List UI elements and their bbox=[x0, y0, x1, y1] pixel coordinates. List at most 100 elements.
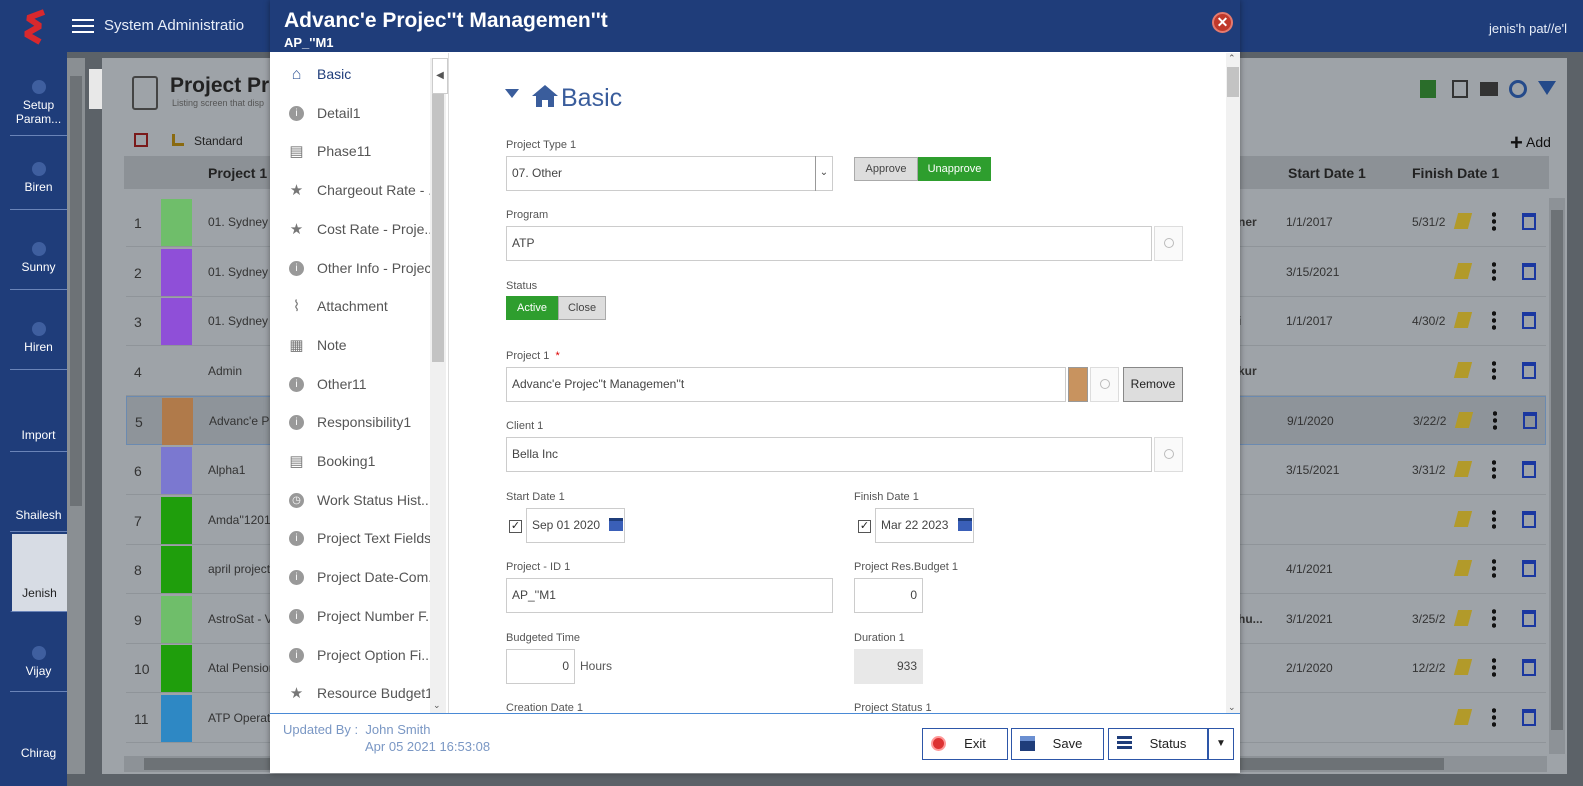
nav-scrollbar-thumb[interactable] bbox=[70, 76, 82, 506]
sidebar-item-project-date-com[interactable]: i Project Date-Com... bbox=[280, 557, 448, 595]
edit-icon[interactable] bbox=[1454, 412, 1474, 429]
more-options-icon[interactable] bbox=[1492, 707, 1496, 729]
edit-icon[interactable] bbox=[1453, 361, 1473, 378]
sidebar-item-attachment[interactable]: ⌇ Attachment bbox=[280, 286, 448, 324]
status-close-button[interactable]: Close bbox=[558, 296, 606, 320]
scroll-down-icon[interactable]: ⌄ bbox=[1228, 702, 1236, 713]
start-date-checkbox[interactable]: ✓ bbox=[509, 520, 522, 533]
more-options-icon[interactable] bbox=[1492, 310, 1496, 333]
scroll-down-icon[interactable]: ⌄ bbox=[433, 700, 441, 711]
finish-date-checkbox[interactable]: ✓ bbox=[858, 520, 871, 533]
sidebar-scrollbar[interactable]: ⌄ bbox=[430, 58, 446, 713]
exit-button[interactable]: Exit bbox=[922, 728, 1008, 760]
approve-button[interactable]: Approve bbox=[854, 157, 918, 181]
edit-icon[interactable] bbox=[1453, 312, 1473, 329]
more-options-icon[interactable] bbox=[1492, 459, 1496, 481]
edit-icon[interactable] bbox=[1453, 510, 1473, 527]
status-active-button[interactable]: Active bbox=[506, 296, 558, 320]
sidebar-item-basic[interactable]: ⌂ Basic bbox=[280, 54, 448, 92]
nav-item-hiren[interactable]: Hiren bbox=[10, 302, 67, 370]
nav-item-jenish[interactable]: Jenish bbox=[10, 534, 67, 612]
program-search-icon[interactable] bbox=[1154, 226, 1183, 261]
project-search-icon[interactable] bbox=[1090, 367, 1119, 402]
delete-icon[interactable] bbox=[1522, 560, 1536, 578]
program-input[interactable]: ATP bbox=[506, 226, 1152, 261]
delete-icon[interactable] bbox=[1522, 213, 1536, 230]
table-scrollbar-thumb[interactable] bbox=[1551, 210, 1563, 730]
delete-icon[interactable] bbox=[1522, 312, 1536, 330]
edit-icon[interactable] bbox=[1453, 560, 1473, 577]
status-dropdown-button[interactable]: ▼ bbox=[1208, 728, 1234, 760]
delete-icon[interactable] bbox=[1522, 461, 1536, 478]
delete-icon[interactable] bbox=[1522, 609, 1536, 627]
edit-icon[interactable] bbox=[1453, 659, 1473, 676]
calendar-icon[interactable] bbox=[958, 518, 972, 531]
column-project[interactable]: Project 1 bbox=[208, 165, 267, 181]
sidebar-item-chargeout-rate[interactable]: ★ Chargeout Rate - ... bbox=[280, 170, 448, 208]
sidebar-item-booking1[interactable]: ▤ Booking1 bbox=[280, 441, 448, 479]
delete-icon[interactable] bbox=[1522, 262, 1536, 280]
more-options-icon[interactable] bbox=[1492, 359, 1496, 382]
delete-icon[interactable] bbox=[1522, 361, 1536, 379]
expand-panel-toggle[interactable] bbox=[89, 69, 102, 109]
scroll-up-icon[interactable]: ⌃ bbox=[1228, 53, 1236, 64]
more-options-icon[interactable] bbox=[1492, 508, 1496, 531]
sidebar-item-detail1[interactable]: i Detail1 bbox=[280, 93, 448, 131]
unapprove-button[interactable]: Unapprove bbox=[918, 157, 991, 181]
edit-icon[interactable] bbox=[1453, 609, 1473, 626]
refresh-icon[interactable] bbox=[1509, 80, 1527, 98]
add-button[interactable]: + Add bbox=[1510, 130, 1551, 156]
client-input[interactable]: Bella Inc bbox=[506, 437, 1152, 472]
filter-icon[interactable] bbox=[1538, 81, 1556, 95]
budgeted-time-input[interactable]: 0 bbox=[506, 649, 575, 684]
more-options-icon[interactable] bbox=[1493, 410, 1497, 433]
nav-item-chirag[interactable]: Chirag bbox=[10, 702, 67, 772]
sidebar-item-project-text-fields[interactable]: i Project Text Fields bbox=[280, 518, 448, 556]
sidebar-item-responsibility1[interactable]: i Responsibility1 bbox=[280, 402, 448, 440]
project-type-select[interactable]: 07. Other ⌄ bbox=[506, 156, 833, 191]
print-icon[interactable] bbox=[1480, 82, 1498, 96]
more-options-icon[interactable] bbox=[1492, 607, 1496, 630]
view-selector[interactable]: Standard bbox=[194, 134, 243, 148]
edit-icon[interactable] bbox=[1453, 262, 1473, 279]
hamburger-menu-icon[interactable] bbox=[72, 15, 94, 35]
nav-item-sunny[interactable]: Sunny bbox=[10, 222, 67, 290]
sidebar-item-work-status-hist[interactable]: ◷ Work Status Hist... bbox=[280, 480, 448, 518]
save-button[interactable]: Save bbox=[1011, 728, 1104, 760]
sidebar-item-phase11[interactable]: ▤ Phase11 bbox=[280, 131, 448, 169]
status-button[interactable]: Status bbox=[1108, 728, 1208, 760]
edit-icon[interactable] bbox=[1453, 213, 1473, 229]
nav-item-biren[interactable]: Biren bbox=[10, 142, 67, 210]
delete-icon[interactable] bbox=[1522, 510, 1536, 528]
remove-button[interactable]: Remove bbox=[1123, 367, 1183, 402]
sidebar-item-note[interactable]: ▦ Note bbox=[280, 325, 448, 363]
delete-icon[interactable] bbox=[1523, 412, 1537, 430]
chevron-down-icon[interactable]: ⌄ bbox=[815, 156, 832, 191]
tools-icon[interactable] bbox=[134, 133, 148, 147]
more-options-icon[interactable] bbox=[1492, 260, 1496, 283]
column-start-date[interactable]: Start Date 1 bbox=[1288, 165, 1366, 181]
collapse-section-icon[interactable] bbox=[505, 89, 519, 98]
nav-scrollbar[interactable] bbox=[67, 58, 85, 774]
table-scrollbar[interactable] bbox=[1549, 198, 1565, 754]
user-name[interactable]: jenis'h pat//e'l bbox=[1489, 21, 1567, 36]
project-id-input[interactable]: AP_''M1 bbox=[506, 578, 833, 613]
nav-item-import[interactable]: Import bbox=[10, 382, 67, 452]
delete-icon[interactable] bbox=[1522, 709, 1536, 726]
sidebar-item-project-option-fi[interactable]: i Project Option Fi... bbox=[280, 635, 448, 673]
more-options-icon[interactable] bbox=[1492, 211, 1496, 233]
sidebar-item-project-number-f[interactable]: i Project Number F... bbox=[280, 596, 448, 634]
res-budget-input[interactable]: 0 bbox=[854, 578, 923, 613]
project-color-swatch[interactable] bbox=[1068, 367, 1088, 402]
nav-item-vijay[interactable]: Vijay bbox=[10, 622, 67, 692]
excel-icon[interactable] bbox=[1420, 80, 1436, 98]
sidebar-scrollbar-thumb[interactable] bbox=[432, 70, 444, 362]
project-name-input[interactable]: Advanc'e Projec''t Managemen''t bbox=[506, 367, 1066, 402]
edit-icon[interactable] bbox=[1453, 709, 1473, 725]
sidebar-item-resource-budget1[interactable]: ★ Resource Budget1 bbox=[280, 673, 448, 711]
collapse-sidebar-button[interactable]: ◀ bbox=[432, 58, 448, 94]
more-options-icon[interactable] bbox=[1492, 657, 1496, 680]
form-scrollbar[interactable]: ⌃ ⌄ bbox=[1226, 53, 1240, 713]
calendar-icon[interactable] bbox=[609, 518, 623, 531]
column-finish-date[interactable]: Finish Date 1 bbox=[1412, 165, 1499, 181]
